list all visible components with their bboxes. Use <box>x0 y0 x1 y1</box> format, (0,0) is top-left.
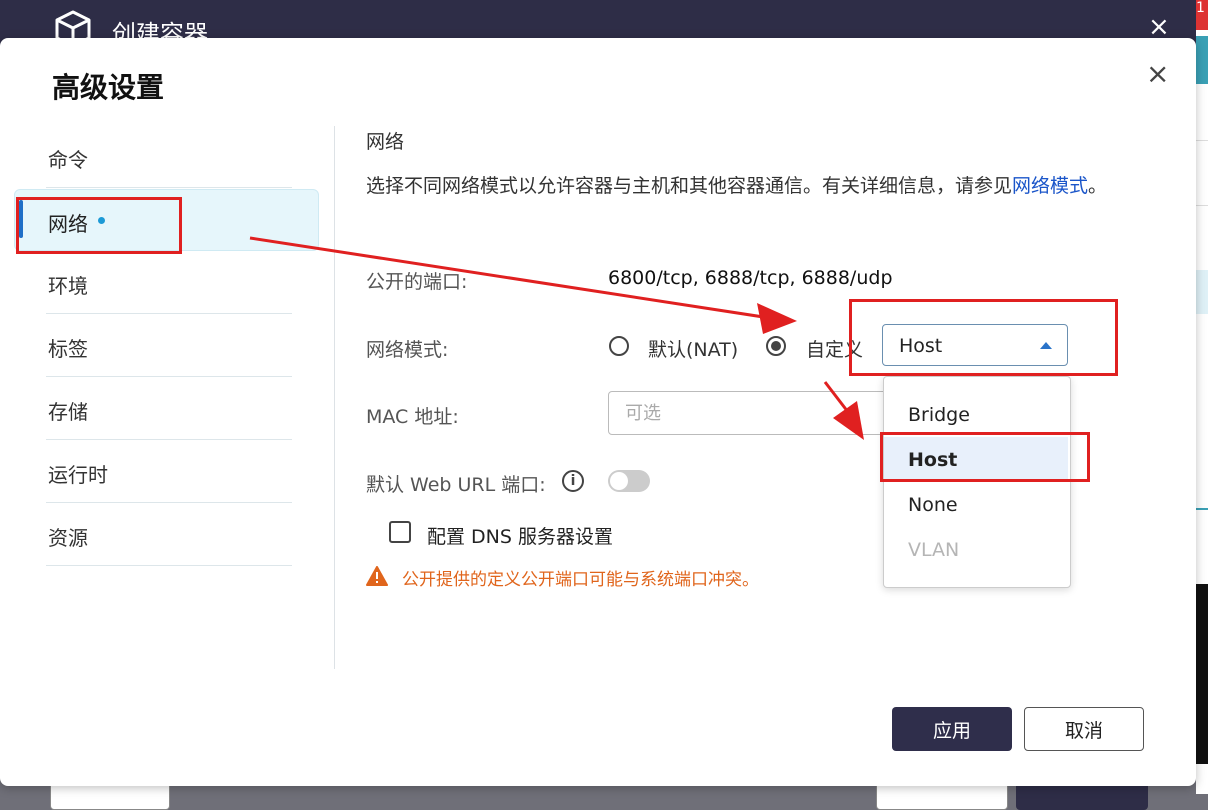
sidebar-item-label: 环境 <box>48 274 88 298</box>
annotation-box-select <box>849 299 1118 376</box>
sidebar-item-resources[interactable]: 资源 <box>46 504 292 566</box>
sidebar-item-environment[interactable]: 环境 <box>46 252 292 314</box>
section-description: 选择不同网络模式以允许容器与主机和其他容器通信。有关详细信息，请参见网络模式。 <box>366 175 1108 197</box>
web-url-toggle[interactable] <box>608 470 650 492</box>
dns-checkbox[interactable] <box>389 521 411 543</box>
background-close-icon[interactable]: × <box>1148 14 1170 40</box>
terminal-panel <box>1196 584 1208 764</box>
sidebar-item-label: 运行时 <box>48 463 108 487</box>
info-icon[interactable]: i <box>562 470 584 492</box>
network-mode-link[interactable]: 网络模式 <box>1012 175 1088 197</box>
close-icon[interactable]: × <box>1146 60 1169 88</box>
network-mode-label: 网络模式: <box>366 339 449 361</box>
dialog-title: 高级设置 <box>52 71 165 104</box>
dropdown-option-bridge[interactable]: Bridge <box>884 392 1068 437</box>
sidebar-item-labels[interactable]: 标签 <box>46 315 292 377</box>
apply-button[interactable]: 应用 <box>892 707 1012 751</box>
radio-custom[interactable] <box>766 336 786 356</box>
radio-default-nat[interactable] <box>609 336 629 356</box>
annotation-box-network-tab <box>16 197 182 254</box>
sidebar-item-runtime[interactable]: 运行时 <box>46 441 292 503</box>
mac-address-input[interactable] <box>608 391 898 435</box>
annotation-box-host-option <box>880 432 1090 482</box>
ports-value: 6800/tcp, 6888/tcp, 6888/udp <box>608 267 893 289</box>
network-driver-dropdown: Bridge Host None VLAN <box>883 376 1071 588</box>
dns-label: 配置 DNS 服务器设置 <box>427 526 613 548</box>
dropdown-option-none[interactable]: None <box>884 482 1068 527</box>
radio-label-default-nat: 默认(NAT) <box>648 339 739 361</box>
sidebar-item-storage[interactable]: 存储 <box>46 378 292 440</box>
section-title: 网络 <box>366 131 405 153</box>
sidebar-item-label: 标签 <box>48 337 88 361</box>
web-url-label: 默认 Web URL 端口: <box>366 474 546 496</box>
sidebar-divider <box>334 126 335 669</box>
sidebar-item-label: 资源 <box>48 526 88 550</box>
background-side-panel: 1 <box>1196 0 1208 794</box>
toggle-knob <box>610 472 628 490</box>
cancel-button[interactable]: 取消 <box>1024 707 1144 751</box>
dropdown-option-vlan: VLAN <box>908 539 960 561</box>
sidebar-item-label: 存储 <box>48 400 88 424</box>
warning-icon <box>366 566 388 586</box>
mac-label: MAC 地址: <box>366 406 459 428</box>
ports-label: 公开的端口: <box>366 271 468 293</box>
notification-badge: 1 <box>1196 0 1208 30</box>
sidebar-item-label: 命令 <box>48 148 88 172</box>
sidebar-item-command[interactable]: 命令 <box>46 126 292 188</box>
warning-text: 公开提供的定义公开端口可能与系统端口冲突。 <box>402 570 759 590</box>
advanced-settings-dialog: 高级设置 × 命令 网络 环境 标签 存储 运行时 资源 网络 选择不同网络模式… <box>0 38 1196 786</box>
